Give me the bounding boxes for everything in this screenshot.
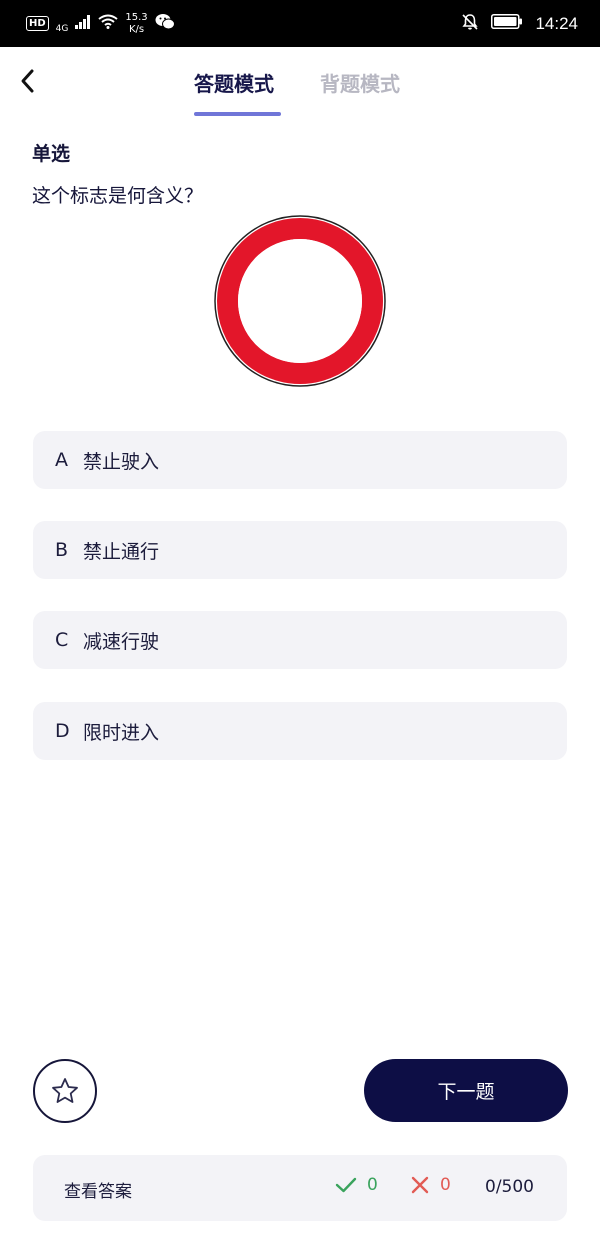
question-progress: 0/500 [485,1177,534,1197]
network-type: 4G [55,23,69,34]
hd-badge: HD [26,16,49,31]
check-icon [335,1177,357,1193]
option-a[interactable]: A 禁止驶入 [33,431,567,489]
no-vehicles-sign-icon [214,215,386,387]
question-image [198,208,402,394]
option-d[interactable]: D 限时进入 [33,702,567,760]
option-c[interactable]: C 减速行驶 [33,611,567,669]
star-icon [52,1078,78,1103]
option-text: 减速行驶 [83,630,160,653]
option-letter: A [55,449,68,471]
tab-answer-mode[interactable]: 答题模式 [194,71,274,97]
next-question-button[interactable]: 下一题 [364,1059,568,1122]
battery-icon [491,14,523,33]
option-letter: C [55,629,69,651]
view-answer-button[interactable]: 查看答案 [64,1177,132,1202]
wrong-count: 0 [440,1175,451,1195]
signal-icon [75,14,91,33]
answer-footer: 查看答案 0 0 0/500 [33,1155,567,1221]
back-button[interactable] [14,67,42,95]
wrong-stat: 0 [410,1175,451,1195]
tab-recite-mode[interactable]: 背题模式 [320,71,400,97]
option-letter: B [55,539,69,561]
question-text: 这个标志是何含义？ [32,185,204,207]
correct-count: 0 [367,1175,378,1195]
question-type: 单选 [32,143,71,165]
option-text: 限时进入 [83,721,160,744]
status-right: 14:24 [461,13,578,35]
option-text: 禁止驶入 [83,450,160,473]
mute-bell-icon [461,13,479,35]
header: 答题模式 背题模式 [0,47,600,119]
option-letter: D [55,720,70,742]
chevron-left-icon [21,69,34,93]
network-speed: 15.3 K/s [125,12,147,36]
option-text: 禁止通行 [83,540,160,563]
status-bar: HD 4G 15.3 K/s 14:24 [0,0,600,47]
wifi-icon [98,14,118,33]
speed-unit: K/s [128,23,145,35]
cross-icon [411,1176,429,1194]
favorite-button[interactable] [33,1059,97,1123]
status-time: 14:24 [535,13,578,33]
active-tab-indicator [194,112,281,116]
correct-stat: 0 [335,1175,378,1195]
status-left: HD 4G 15.3 K/s [26,12,175,36]
speed-value: 15.3 [125,11,148,23]
wechat-icon [155,13,175,34]
option-b[interactable]: B 禁止通行 [33,521,567,579]
